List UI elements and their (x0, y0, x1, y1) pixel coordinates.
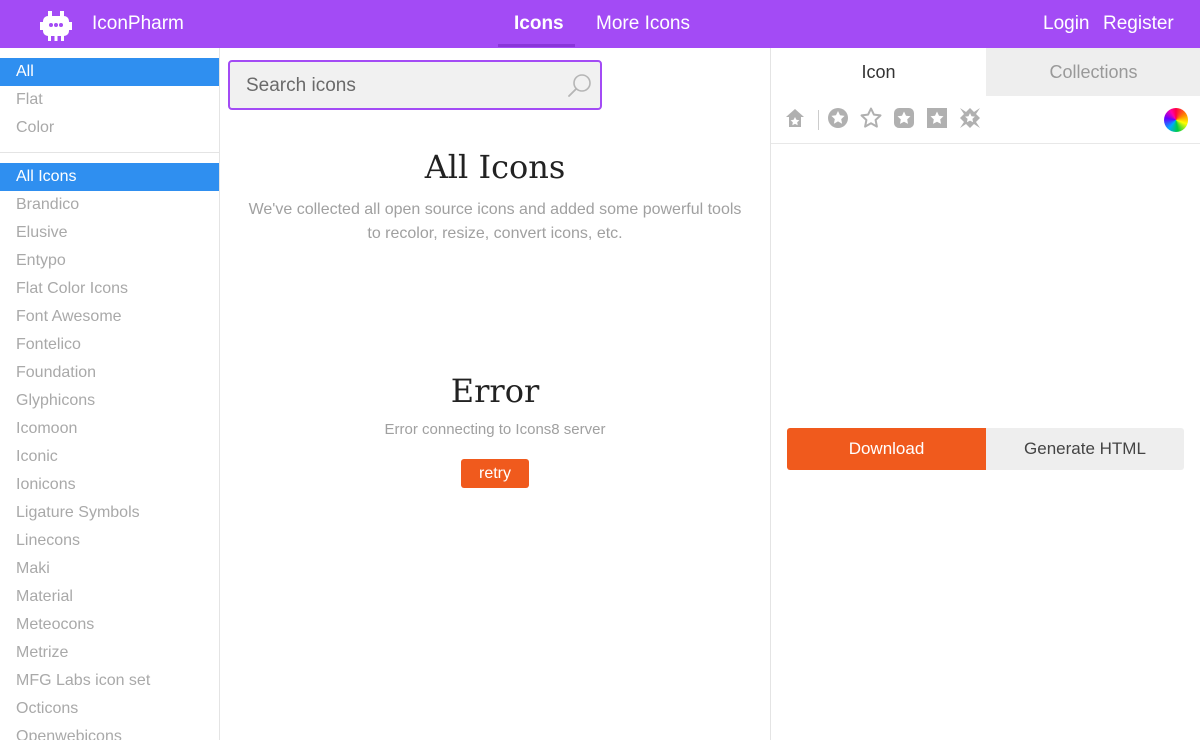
download-button[interactable]: Download (787, 428, 986, 470)
collection-item[interactable]: Material (0, 583, 219, 611)
collection-item[interactable]: Metrize (0, 639, 219, 667)
retry-button[interactable]: retry (461, 459, 529, 488)
register-link[interactable]: Register (1103, 13, 1174, 35)
search-input[interactable] (246, 74, 546, 98)
collection-item[interactable]: Ionicons (0, 471, 219, 499)
collection-item[interactable]: Iconic (0, 443, 219, 471)
collection-item[interactable]: Octicons (0, 695, 219, 723)
collection-item[interactable]: Meteocons (0, 611, 219, 639)
filter-flat[interactable]: Flat (0, 86, 219, 114)
login-link[interactable]: Login (1043, 13, 1090, 35)
error-message: Error connecting to Icons8 server (384, 421, 606, 438)
collection-item[interactable]: Linecons (0, 527, 219, 555)
color-wheel-icon[interactable] (1164, 108, 1188, 132)
nav-tab-more-icons[interactable]: More Icons (596, 13, 690, 35)
active-tab-indicator (498, 44, 575, 47)
collection-item[interactable]: Icomoon (0, 415, 219, 443)
circle-star-icon[interactable] (826, 106, 850, 130)
nav-tab-icons[interactable]: Icons (514, 13, 564, 35)
collection-item[interactable]: Openwebicons (0, 723, 219, 740)
collection-item[interactable]: Maki (0, 555, 219, 583)
collection-item[interactable]: Foundation (0, 359, 219, 387)
tab-icon[interactable]: Icon (771, 48, 986, 96)
collection-item[interactable]: Brandico (0, 191, 219, 219)
icon-detail-panel: Icon Collections Download Generate HTML (770, 48, 1200, 740)
search-icon[interactable] (566, 72, 594, 100)
collection-item[interactable]: Elusive (0, 219, 219, 247)
search-box (228, 60, 602, 110)
top-navbar: IconPharm Icons More Icons Login Registe… (0, 0, 1200, 48)
star-outline-icon[interactable] (859, 106, 883, 130)
error-title: Error (450, 372, 540, 410)
collection-list: All Icons Brandico Elusive Entypo Flat C… (0, 163, 219, 740)
collection-item[interactable]: MFG Labs icon set (0, 667, 219, 695)
sidebar-divider (0, 152, 219, 153)
collection-item[interactable]: Flat Color Icons (0, 275, 219, 303)
collection-item[interactable]: Fontelico (0, 331, 219, 359)
tab-collections[interactable]: Collections (986, 48, 1200, 96)
collection-item[interactable]: Entypo (0, 247, 219, 275)
filter-all[interactable]: All (0, 58, 219, 86)
page-description: We've collected all open source icons an… (248, 201, 742, 242)
icon-style-toolbar (771, 96, 1200, 144)
home-star-icon[interactable] (783, 106, 807, 130)
sidebar: All Flat Color All Icons Brandico Elusiv… (0, 48, 220, 740)
generate-html-button[interactable]: Generate HTML (986, 428, 1184, 470)
collection-item[interactable]: Ligature Symbols (0, 499, 219, 527)
square-filled-star-icon[interactable] (925, 106, 949, 130)
style-filter-list: All Flat Color (0, 48, 219, 142)
collection-item[interactable]: Font Awesome (0, 303, 219, 331)
burst-star-icon[interactable] (958, 106, 982, 130)
square-star-icon[interactable] (892, 106, 916, 130)
page-title: All Icons (424, 148, 566, 186)
collection-all-icons[interactable]: All Icons (0, 163, 219, 191)
logo-icon[interactable] (40, 10, 72, 42)
collection-item[interactable]: Glyphicons (0, 387, 219, 415)
filter-color[interactable]: Color (0, 114, 219, 142)
brand-name[interactable]: IconPharm (92, 13, 184, 35)
toolbar-separator (818, 110, 819, 130)
